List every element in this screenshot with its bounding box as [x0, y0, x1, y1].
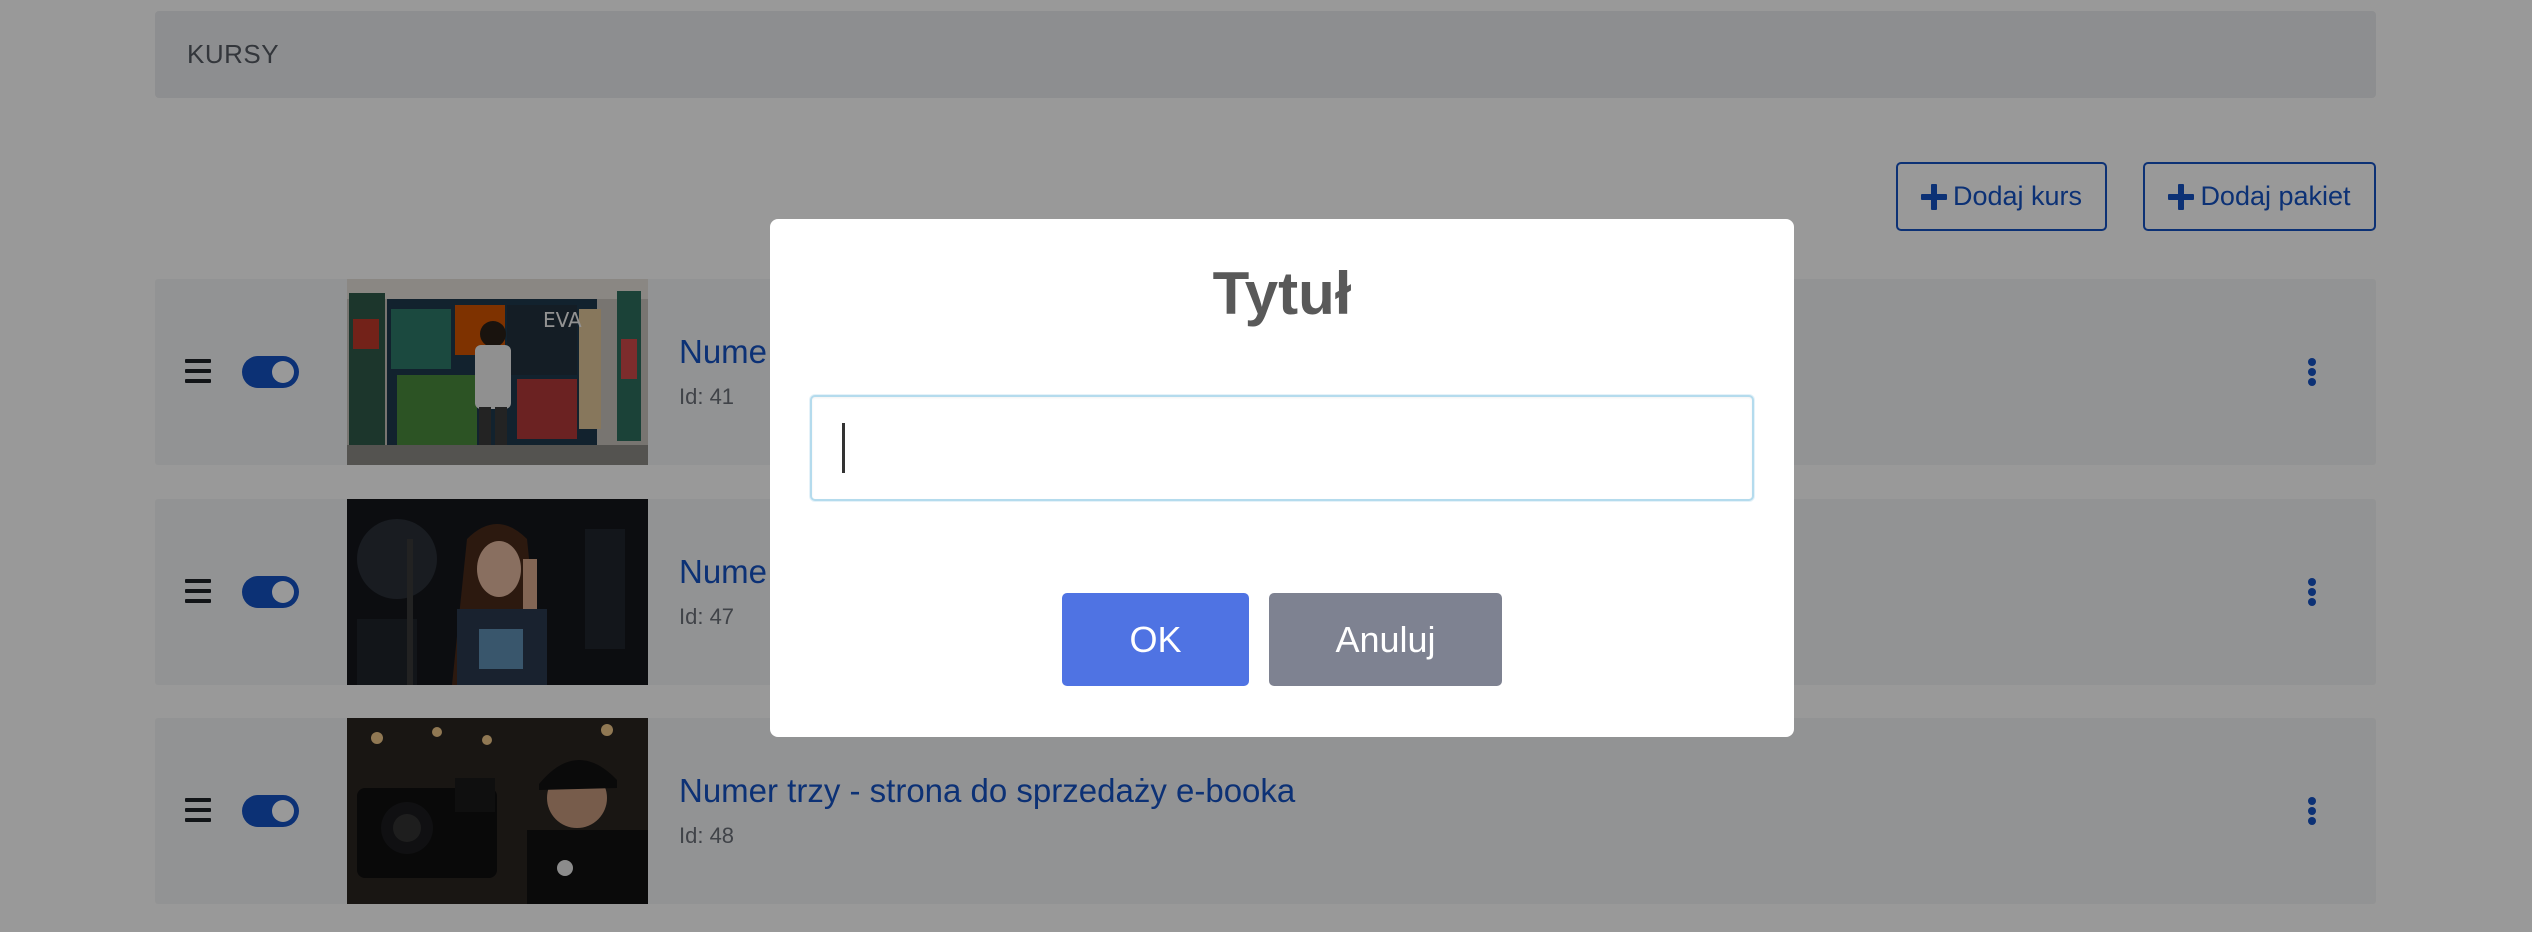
title-dialog: Tytuł OK Anuluj [770, 219, 1794, 737]
ok-button[interactable]: OK [1062, 593, 1249, 686]
text-caret [842, 423, 845, 473]
courses-page: KURSY Dodaj kurs Dodaj pakiet EVA Nume I… [0, 0, 2532, 932]
title-input[interactable] [810, 395, 1754, 501]
dialog-title: Tytuł [1212, 260, 1352, 327]
cancel-button[interactable]: Anuluj [1269, 593, 1502, 686]
